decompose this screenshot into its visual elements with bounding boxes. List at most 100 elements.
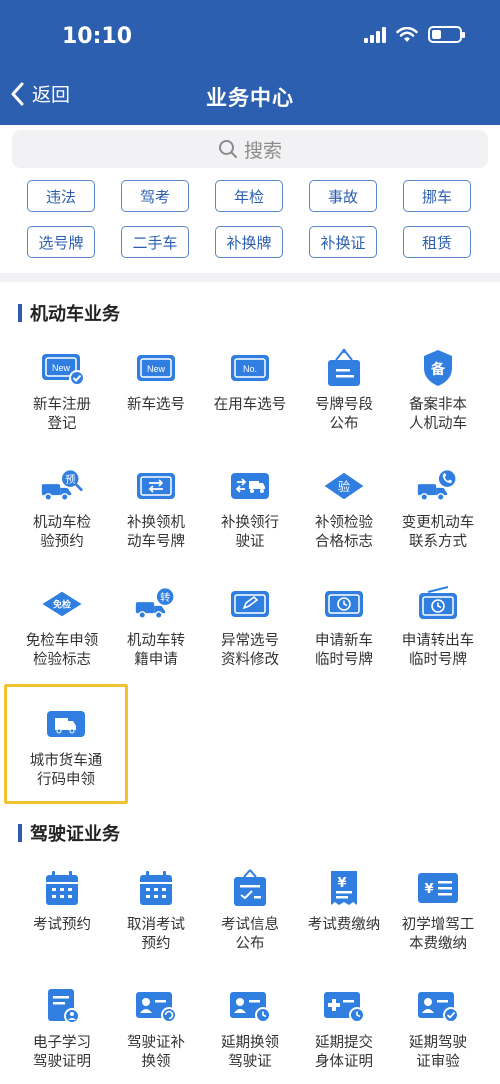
- tag-driving-test[interactable]: 驾考: [121, 180, 189, 212]
- item-new-car-registration[interactable]: New 新车注册 登记: [12, 348, 112, 434]
- item-label: 取消考试 预约: [127, 917, 185, 952]
- page-title: 业务中心: [206, 86, 294, 110]
- truck-pass-icon: [44, 704, 88, 744]
- tag-replace-plate[interactable]: 补换牌: [215, 226, 283, 258]
- truck-phone-icon: [416, 466, 460, 506]
- item-learner-fee-payment[interactable]: ¥ 初学增驾工 本费缴纳: [388, 868, 488, 954]
- svg-text:转: 转: [160, 591, 170, 604]
- item-exempt-inspection-mark[interactable]: 免检 免检车申领 检验标志: [12, 584, 112, 670]
- item-label: 补换领行 驶证: [221, 515, 279, 550]
- plate-hanging-icon: [322, 348, 366, 388]
- shield-record-icon: 备: [416, 348, 460, 388]
- item-label: 新车注册 登记: [33, 397, 91, 432]
- tag-move-car[interactable]: 挪车: [403, 180, 471, 212]
- item-e-learning-certificate[interactable]: 电子学习 驾驶证明: [12, 986, 112, 1072]
- item-label: 考试费缴纳: [307, 917, 381, 933]
- tag-violation[interactable]: 违法: [27, 180, 95, 212]
- item-label: 号牌号段 公布: [315, 397, 373, 432]
- item-exam-appointment[interactable]: 考试预约: [12, 868, 112, 935]
- license-exchange-truck-icon: [228, 466, 272, 506]
- inspection-diamond-icon: 验: [322, 466, 366, 506]
- item-new-car-temp-plate[interactable]: 申请新车 临时号牌: [294, 584, 394, 670]
- svg-text:No.: No.: [243, 364, 257, 374]
- item-label: 申请转出车 临时号牌: [401, 633, 475, 668]
- item-label: 电子学习 驾驶证明: [33, 1035, 91, 1070]
- truck-appointment-icon: 预: [40, 466, 84, 506]
- license-review-icon: [416, 986, 460, 1026]
- temp-plate-clock-icon: [322, 584, 366, 624]
- item-label: 异常选号 资料修改: [221, 633, 279, 668]
- calendar-cancel-icon: [134, 868, 178, 908]
- header-bar: 10:10 返回 业务中心: [0, 0, 500, 125]
- e-learning-doc-icon: [40, 986, 84, 1026]
- svg-text:预: 预: [65, 474, 75, 486]
- plate-no-icon: No.: [228, 348, 272, 388]
- item-cancel-exam-appointment[interactable]: 取消考试 预约: [106, 868, 206, 954]
- search-placeholder: 搜索: [243, 139, 282, 162]
- plate-edit-icon: [228, 584, 272, 624]
- item-vehicle-transfer[interactable]: 转 机动车转 籍申请: [106, 584, 206, 670]
- status-icons: [364, 26, 465, 43]
- item-reissue-inspection-mark[interactable]: 验 补领检验 合格标志: [294, 466, 394, 552]
- item-plate-range-publish[interactable]: 号牌号段 公布: [294, 348, 394, 434]
- item-extend-license-renewal[interactable]: 延期换领 驾驶证: [200, 986, 300, 1072]
- health-extend-icon: [322, 986, 366, 1026]
- tag-annual-inspection[interactable]: 年检: [215, 180, 283, 212]
- section-accent-bar: [18, 824, 22, 842]
- item-label: 补换领机 动车号牌: [127, 515, 185, 550]
- tag-rental[interactable]: 租赁: [403, 226, 471, 258]
- tag-replace-license[interactable]: 补换证: [309, 226, 377, 258]
- item-abnormal-plate-edit[interactable]: 异常选号 资料修改: [200, 584, 300, 670]
- item-label: 机动车转 籍申请: [127, 633, 185, 668]
- truck-transfer-icon: 转: [134, 584, 178, 624]
- section-divider: [0, 273, 500, 282]
- temp-plate-radio-icon: [416, 584, 460, 624]
- item-new-car-plate-select[interactable]: New 新车选号: [106, 348, 206, 415]
- signal-icon: [364, 26, 386, 43]
- item-exam-fee-payment[interactable]: ¥ 考试费缴纳: [294, 868, 394, 935]
- item-label: 补领检验 合格标志: [315, 515, 373, 550]
- item-extend-health-certificate[interactable]: 延期提交 身体证明: [294, 986, 394, 1072]
- item-label: 变更机动车 联系方式: [401, 515, 475, 550]
- search-input[interactable]: 搜索: [12, 130, 488, 168]
- section-title-text: 机动车业务: [30, 304, 120, 325]
- item-label: 考试信息 公布: [221, 917, 279, 952]
- item-exam-info-publish[interactable]: 考试信息 公布: [200, 868, 300, 954]
- item-extend-license-review[interactable]: 延期驾驶 证审验: [388, 986, 488, 1072]
- section-title-text: 驾驶证业务: [30, 824, 120, 845]
- tag-select-plate[interactable]: 选号牌: [27, 226, 95, 258]
- item-label: 在用车选号: [213, 397, 287, 413]
- svg-text:New: New: [147, 364, 166, 374]
- item-label: 新车选号: [127, 397, 185, 413]
- svg-text:备: 备: [430, 361, 446, 378]
- item-replace-vehicle-plate[interactable]: 补换领机 动车号牌: [106, 466, 206, 552]
- section-title-license: 驾驶证业务: [18, 820, 120, 846]
- item-label: 延期换领 驾驶证: [221, 1035, 279, 1070]
- item-record-non-owner-vehicle[interactable]: 备 备案非本 人机动车: [388, 348, 488, 434]
- fee-card-icon: ¥: [416, 868, 460, 908]
- tag-used-car[interactable]: 二手车: [121, 226, 189, 258]
- tag-accident[interactable]: 事故: [309, 180, 377, 212]
- item-label: 考试预约: [33, 917, 91, 933]
- item-transfer-out-temp-plate[interactable]: 申请转出车 临时号牌: [388, 584, 488, 670]
- calendar-icon: [40, 868, 84, 908]
- item-city-truck-pass[interactable]: 城市货车通 行码申领: [16, 704, 116, 790]
- new-plate-icon: New: [134, 348, 178, 388]
- battery-icon: [428, 26, 465, 43]
- item-inspection-appointment[interactable]: 预 机动车检 验预约: [12, 466, 112, 552]
- item-label: 延期提交 身体证明: [315, 1035, 373, 1070]
- item-in-use-plate-select[interactable]: No. 在用车选号: [200, 348, 300, 415]
- item-label: 驾驶证补 换领: [127, 1035, 185, 1070]
- section-title-vehicle: 机动车业务: [18, 300, 120, 326]
- item-replace-driving-permit[interactable]: 补换领行 驶证: [200, 466, 300, 552]
- section-accent-bar: [18, 304, 22, 322]
- item-label: 机动车检 验预约: [33, 515, 91, 550]
- item-change-vehicle-contact[interactable]: 变更机动车 联系方式: [388, 466, 488, 552]
- item-label: 备案非本 人机动车: [409, 397, 467, 432]
- item-license-renewal[interactable]: 驾驶证补 换领: [106, 986, 206, 1072]
- exempt-diamond-icon: 免检: [40, 584, 84, 624]
- new-plate-check-icon: New: [40, 348, 84, 388]
- svg-text:免检: 免检: [53, 599, 71, 611]
- search-icon: [218, 140, 237, 158]
- item-label: 申请新车 临时号牌: [315, 633, 373, 668]
